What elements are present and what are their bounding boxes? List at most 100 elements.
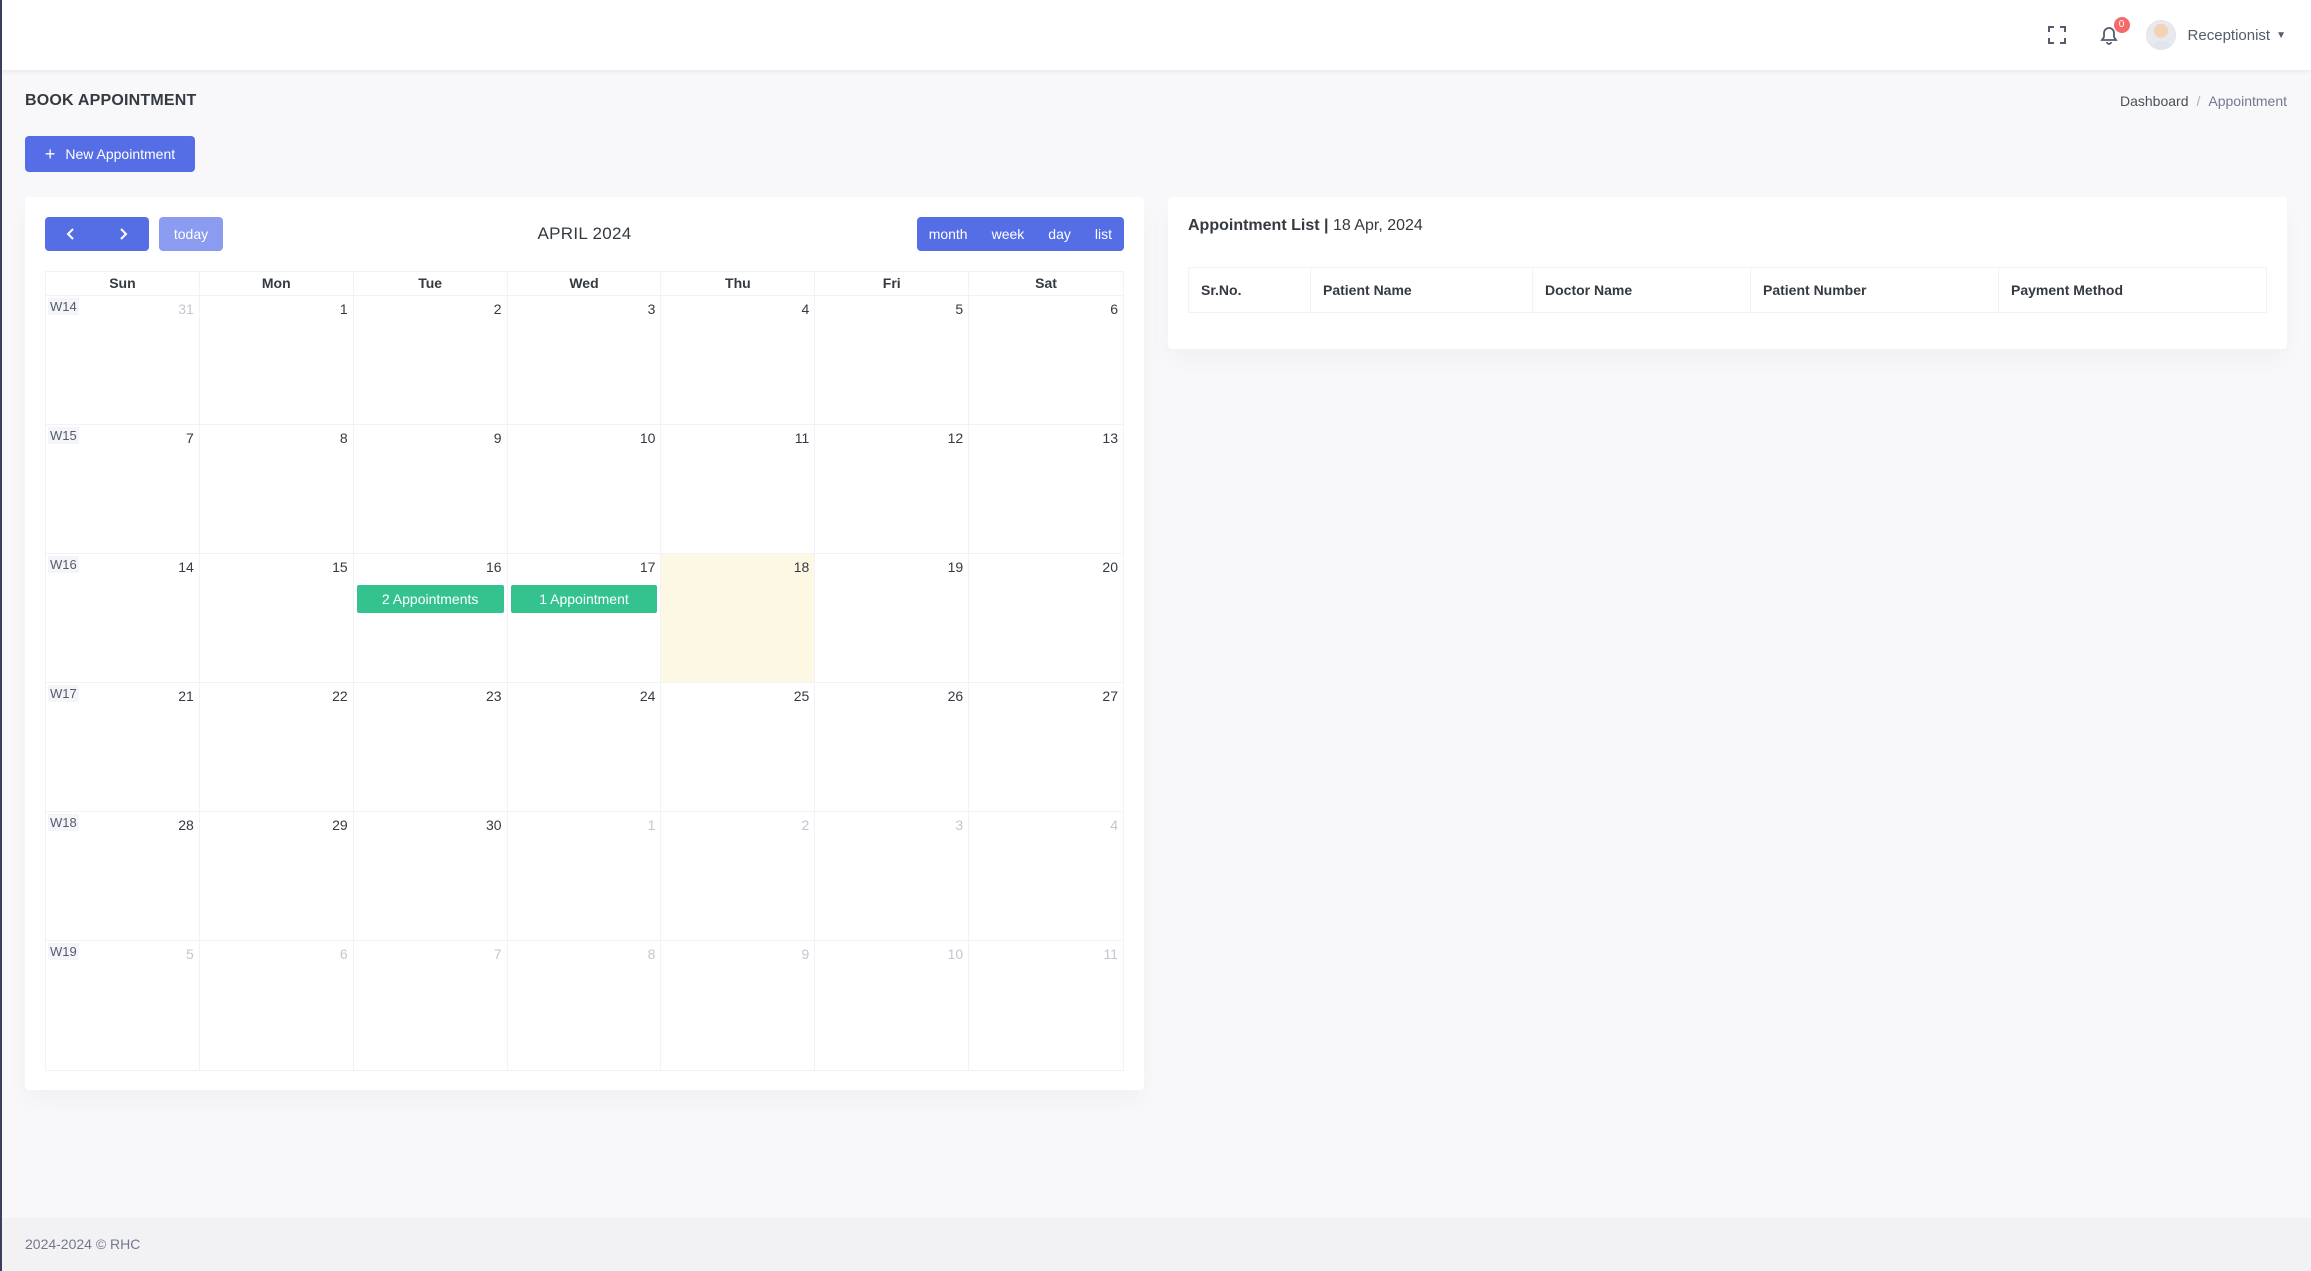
day-number[interactable]: 19 — [948, 559, 964, 575]
day-number[interactable]: 20 — [1102, 559, 1118, 575]
day-cell[interactable]: 6 — [200, 941, 354, 1070]
day-cell[interactable]: 5 — [815, 296, 970, 424]
day-number[interactable]: 26 — [948, 688, 964, 704]
day-number[interactable]: 8 — [340, 430, 348, 446]
day-number[interactable]: 3 — [955, 817, 963, 833]
day-cell[interactable]: 15 — [200, 554, 354, 682]
day-number[interactable]: 27 — [1102, 688, 1118, 704]
day-number[interactable]: 21 — [178, 688, 194, 704]
day-number[interactable]: 6 — [340, 946, 348, 962]
day-cell[interactable]: 2 — [661, 812, 816, 940]
week-number[interactable]: W18 — [48, 814, 79, 831]
day-number[interactable]: 13 — [1102, 430, 1118, 446]
day-number[interactable]: 28 — [178, 817, 194, 833]
day-cell[interactable]: 2 — [354, 296, 508, 424]
day-cell[interactable]: W16 14 — [46, 554, 200, 682]
column-doctor-name[interactable]: Doctor Name — [1532, 267, 1751, 313]
day-cell[interactable]: 30 — [354, 812, 508, 940]
day-cell[interactable]: 10 — [508, 425, 662, 553]
view-month-button[interactable]: month — [917, 217, 980, 251]
day-number[interactable]: 8 — [648, 946, 656, 962]
day-number[interactable]: 22 — [332, 688, 348, 704]
day-number[interactable]: 1 — [648, 817, 656, 833]
day-cell-today[interactable]: 18 — [661, 554, 816, 682]
day-number[interactable]: 4 — [1110, 817, 1118, 833]
day-number[interactable]: 15 — [332, 559, 348, 575]
day-number[interactable]: 2 — [494, 301, 502, 317]
day-number[interactable]: 30 — [486, 817, 502, 833]
column-patient-number[interactable]: Patient Number — [1750, 267, 1999, 313]
column-payment-method[interactable]: Payment Method — [1999, 268, 2267, 313]
day-cell[interactable]: 25 — [661, 683, 816, 811]
day-cell[interactable]: 29 — [200, 812, 354, 940]
day-number[interactable]: 3 — [648, 301, 656, 317]
week-number[interactable]: W16 — [48, 556, 79, 573]
day-number[interactable]: 16 — [486, 559, 502, 575]
day-number[interactable]: 29 — [332, 817, 348, 833]
day-number[interactable]: 2 — [801, 817, 809, 833]
new-appointment-button[interactable]: + New Appointment — [25, 136, 195, 172]
view-week-button[interactable]: week — [980, 217, 1037, 251]
user-menu[interactable]: Receptionist ▼ — [2145, 20, 2286, 50]
week-number[interactable]: W15 — [48, 427, 79, 444]
day-cell[interactable]: 17 1 Appointment — [508, 554, 662, 682]
day-cell[interactable]: 1 — [200, 296, 354, 424]
day-number[interactable]: 14 — [178, 559, 194, 575]
day-number[interactable]: 18 — [794, 559, 810, 575]
day-cell[interactable]: 1 — [508, 812, 662, 940]
day-cell[interactable]: 9 — [354, 425, 508, 553]
day-cell[interactable]: 3 — [508, 296, 662, 424]
day-cell[interactable]: 4 — [661, 296, 816, 424]
view-list-button[interactable]: list — [1083, 217, 1124, 251]
day-cell[interactable]: 20 — [969, 554, 1123, 682]
day-cell[interactable]: 11 — [969, 941, 1123, 1070]
day-cell[interactable]: W19 5 — [46, 941, 200, 1070]
day-number[interactable]: 5 — [955, 301, 963, 317]
column-patient-name[interactable]: Patient Name — [1310, 267, 1533, 313]
day-cell[interactable]: 19 — [815, 554, 970, 682]
day-cell[interactable]: 6 — [969, 296, 1123, 424]
day-number[interactable]: 24 — [640, 688, 656, 704]
day-cell[interactable]: 4 — [969, 812, 1123, 940]
appointment-event[interactable]: 1 Appointment — [510, 585, 658, 613]
week-number[interactable]: W14 — [48, 298, 79, 315]
day-cell[interactable]: 8 — [200, 425, 354, 553]
day-cell[interactable]: 27 — [969, 683, 1123, 811]
day-cell[interactable]: 8 — [508, 941, 662, 1070]
day-cell[interactable]: 3 — [815, 812, 970, 940]
day-cell[interactable]: 23 — [354, 683, 508, 811]
day-cell[interactable]: W14 31 — [46, 296, 200, 424]
day-cell[interactable]: 16 2 Appointments — [354, 554, 508, 682]
fullscreen-button[interactable] — [2042, 20, 2072, 50]
day-cell[interactable]: 26 — [815, 683, 970, 811]
day-number[interactable]: 5 — [186, 946, 194, 962]
day-number[interactable]: 9 — [801, 946, 809, 962]
appointment-event[interactable]: 2 Appointments — [356, 585, 504, 613]
day-number[interactable]: 31 — [178, 301, 194, 317]
view-day-button[interactable]: day — [1036, 217, 1083, 251]
day-cell[interactable]: 11 — [661, 425, 816, 553]
day-cell[interactable]: 10 — [815, 941, 970, 1070]
column-sr-no[interactable]: Sr.No. — [1188, 267, 1311, 313]
day-cell[interactable]: 22 — [200, 683, 354, 811]
day-cell[interactable]: W17 21 — [46, 683, 200, 811]
day-number[interactable]: 7 — [186, 430, 194, 446]
day-number[interactable]: 7 — [494, 946, 502, 962]
day-number[interactable]: 25 — [794, 688, 810, 704]
breadcrumb-dashboard[interactable]: Dashboard — [2120, 93, 2189, 109]
day-number[interactable]: 6 — [1110, 301, 1118, 317]
day-cell[interactable]: 13 — [969, 425, 1123, 553]
week-number[interactable]: W19 — [48, 943, 79, 960]
day-cell[interactable]: 24 — [508, 683, 662, 811]
day-number[interactable]: 1 — [340, 301, 348, 317]
day-number[interactable]: 10 — [948, 946, 964, 962]
day-number[interactable]: 11 — [795, 430, 810, 446]
week-number[interactable]: W17 — [48, 685, 79, 702]
day-number[interactable]: 17 — [640, 559, 656, 575]
day-number[interactable]: 23 — [486, 688, 502, 704]
day-cell[interactable]: 12 — [815, 425, 970, 553]
day-number[interactable]: 11 — [1103, 946, 1118, 962]
day-cell[interactable]: 7 — [354, 941, 508, 1070]
day-cell[interactable]: 9 — [661, 941, 816, 1070]
day-number[interactable]: 12 — [948, 430, 964, 446]
